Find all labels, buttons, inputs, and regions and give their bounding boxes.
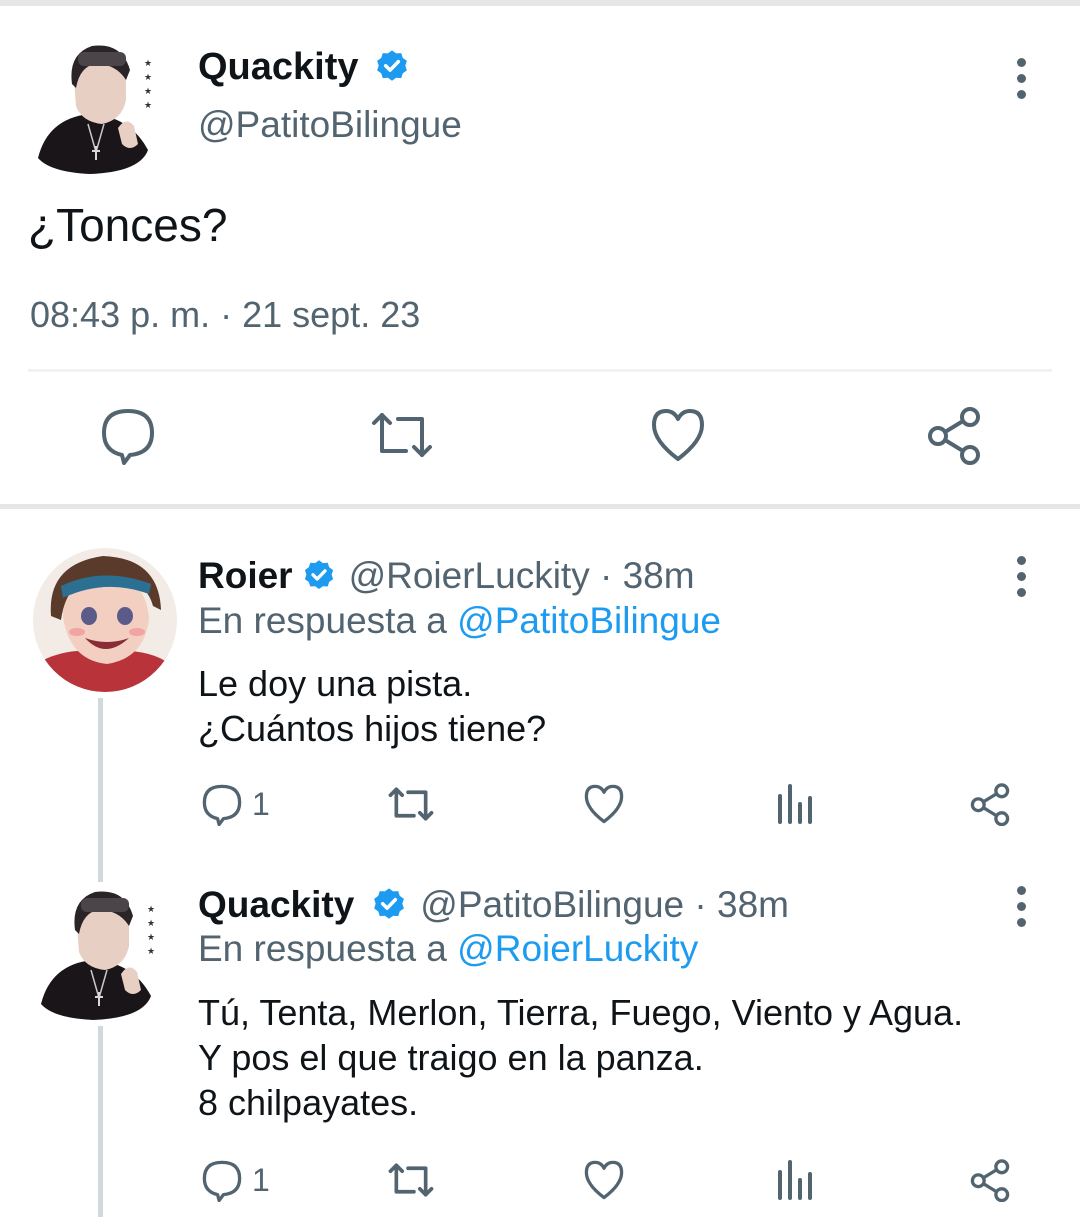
tweet-divider [28, 369, 1052, 372]
verified-badge-icon [376, 50, 407, 81]
reply-icon [202, 784, 242, 826]
reply-button[interactable]: 1 [200, 1158, 270, 1202]
views-icon[interactable] [776, 782, 816, 826]
top-divider [0, 0, 1080, 6]
reply-text-line: ¿Cuántos hijos tiene? [198, 708, 547, 749]
main-author-name[interactable]: Quackity [198, 46, 359, 89]
reply-mention-link[interactable]: @PatitoBilingue [457, 600, 721, 641]
reply-avatar[interactable] [33, 546, 177, 694]
main-avatar[interactable]: ★ ★ ★ ★ [30, 40, 160, 175]
like-icon[interactable] [582, 1158, 626, 1202]
reply-count: 1 [252, 785, 270, 822]
like-icon[interactable] [650, 405, 706, 465]
main-action-bar [0, 405, 1080, 475]
reply-author-handle[interactable]: @PatitoBilingue · 38m [420, 884, 789, 926]
section-divider [0, 504, 1080, 509]
more-options-icon[interactable] [1014, 886, 1028, 927]
main-author-handle[interactable]: @PatitoBilingue [198, 104, 462, 146]
reply-text-line: Tú, Tenta, Merlon, Tierra, Fuego, Viento… [198, 992, 964, 1033]
views-icon[interactable] [776, 1158, 816, 1202]
svg-text:★: ★ [147, 904, 155, 914]
reply-text-line: Y pos el que traigo en la panza. [198, 1037, 704, 1078]
svg-text:★: ★ [147, 918, 155, 928]
reply-action-bar: 1 [0, 782, 1080, 830]
svg-text:★: ★ [147, 932, 155, 942]
share-icon[interactable] [968, 782, 1012, 826]
main-author-row: Quackity [198, 42, 411, 92]
reply-context-prefix: En respuesta a [198, 600, 458, 641]
reply-mention-link[interactable]: @RoierLuckity [457, 928, 698, 969]
reply-author-name[interactable]: Roier [198, 555, 293, 597]
reply-tweet[interactable]: ★ ★ ★ ★ Quackity @PatitoBilingue · 38m E… [0, 870, 1080, 1217]
reply-icon [202, 1160, 242, 1202]
reply-context: En respuesta a @PatitoBilingue [198, 600, 721, 642]
svg-text:★: ★ [144, 72, 152, 82]
more-options-icon[interactable] [1014, 556, 1028, 597]
retweet-icon[interactable] [386, 1158, 436, 1202]
reply-tweet[interactable]: Roier @RoierLuckity · 38m En respuesta a… [0, 540, 1080, 870]
retweet-icon[interactable] [370, 405, 434, 465]
reply-header: Quackity @PatitoBilingue · 38m [198, 881, 789, 929]
svg-text:★: ★ [144, 86, 152, 96]
reply-count: 1 [252, 1161, 270, 1198]
reply-icon[interactable] [100, 405, 156, 465]
reply-text: Tú, Tenta, Merlon, Tierra, Fuego, Viento… [198, 990, 963, 1125]
reply-context: En respuesta a @RoierLuckity [198, 928, 698, 970]
share-icon[interactable] [926, 405, 982, 465]
svg-text:★: ★ [147, 946, 155, 956]
svg-text:★: ★ [144, 100, 152, 110]
reply-button[interactable]: 1 [200, 782, 270, 826]
reply-text-line: Le doy una pista. [198, 663, 473, 704]
reply-action-bar: 1 [0, 1158, 1080, 1206]
reply-author-name[interactable]: Quackity [198, 884, 354, 926]
svg-text:★: ★ [144, 58, 152, 68]
reply-text: Le doy una pista. ¿Cuántos hijos tiene? [198, 661, 546, 751]
reply-context-prefix: En respuesta a [198, 928, 458, 969]
reply-avatar[interactable]: ★ ★ ★ ★ [33, 886, 163, 1021]
reply-header: Roier @RoierLuckity · 38m [198, 552, 695, 600]
verified-badge-icon [374, 888, 405, 919]
share-icon[interactable] [968, 1158, 1012, 1202]
reply-text-line: 8 chilpayates. [198, 1082, 419, 1123]
verified-badge-icon [304, 560, 333, 590]
reply-author-handle[interactable]: @RoierLuckity · 38m [349, 555, 695, 597]
like-icon[interactable] [582, 782, 626, 826]
main-tweet-text: ¿Tonces? [28, 199, 228, 251]
retweet-icon[interactable] [386, 782, 436, 826]
main-tweet-timestamp: 08:43 p. m. · 21 sept. 23 [30, 294, 421, 335]
thread-line-top [98, 870, 103, 882]
more-options-icon[interactable] [1014, 58, 1028, 99]
